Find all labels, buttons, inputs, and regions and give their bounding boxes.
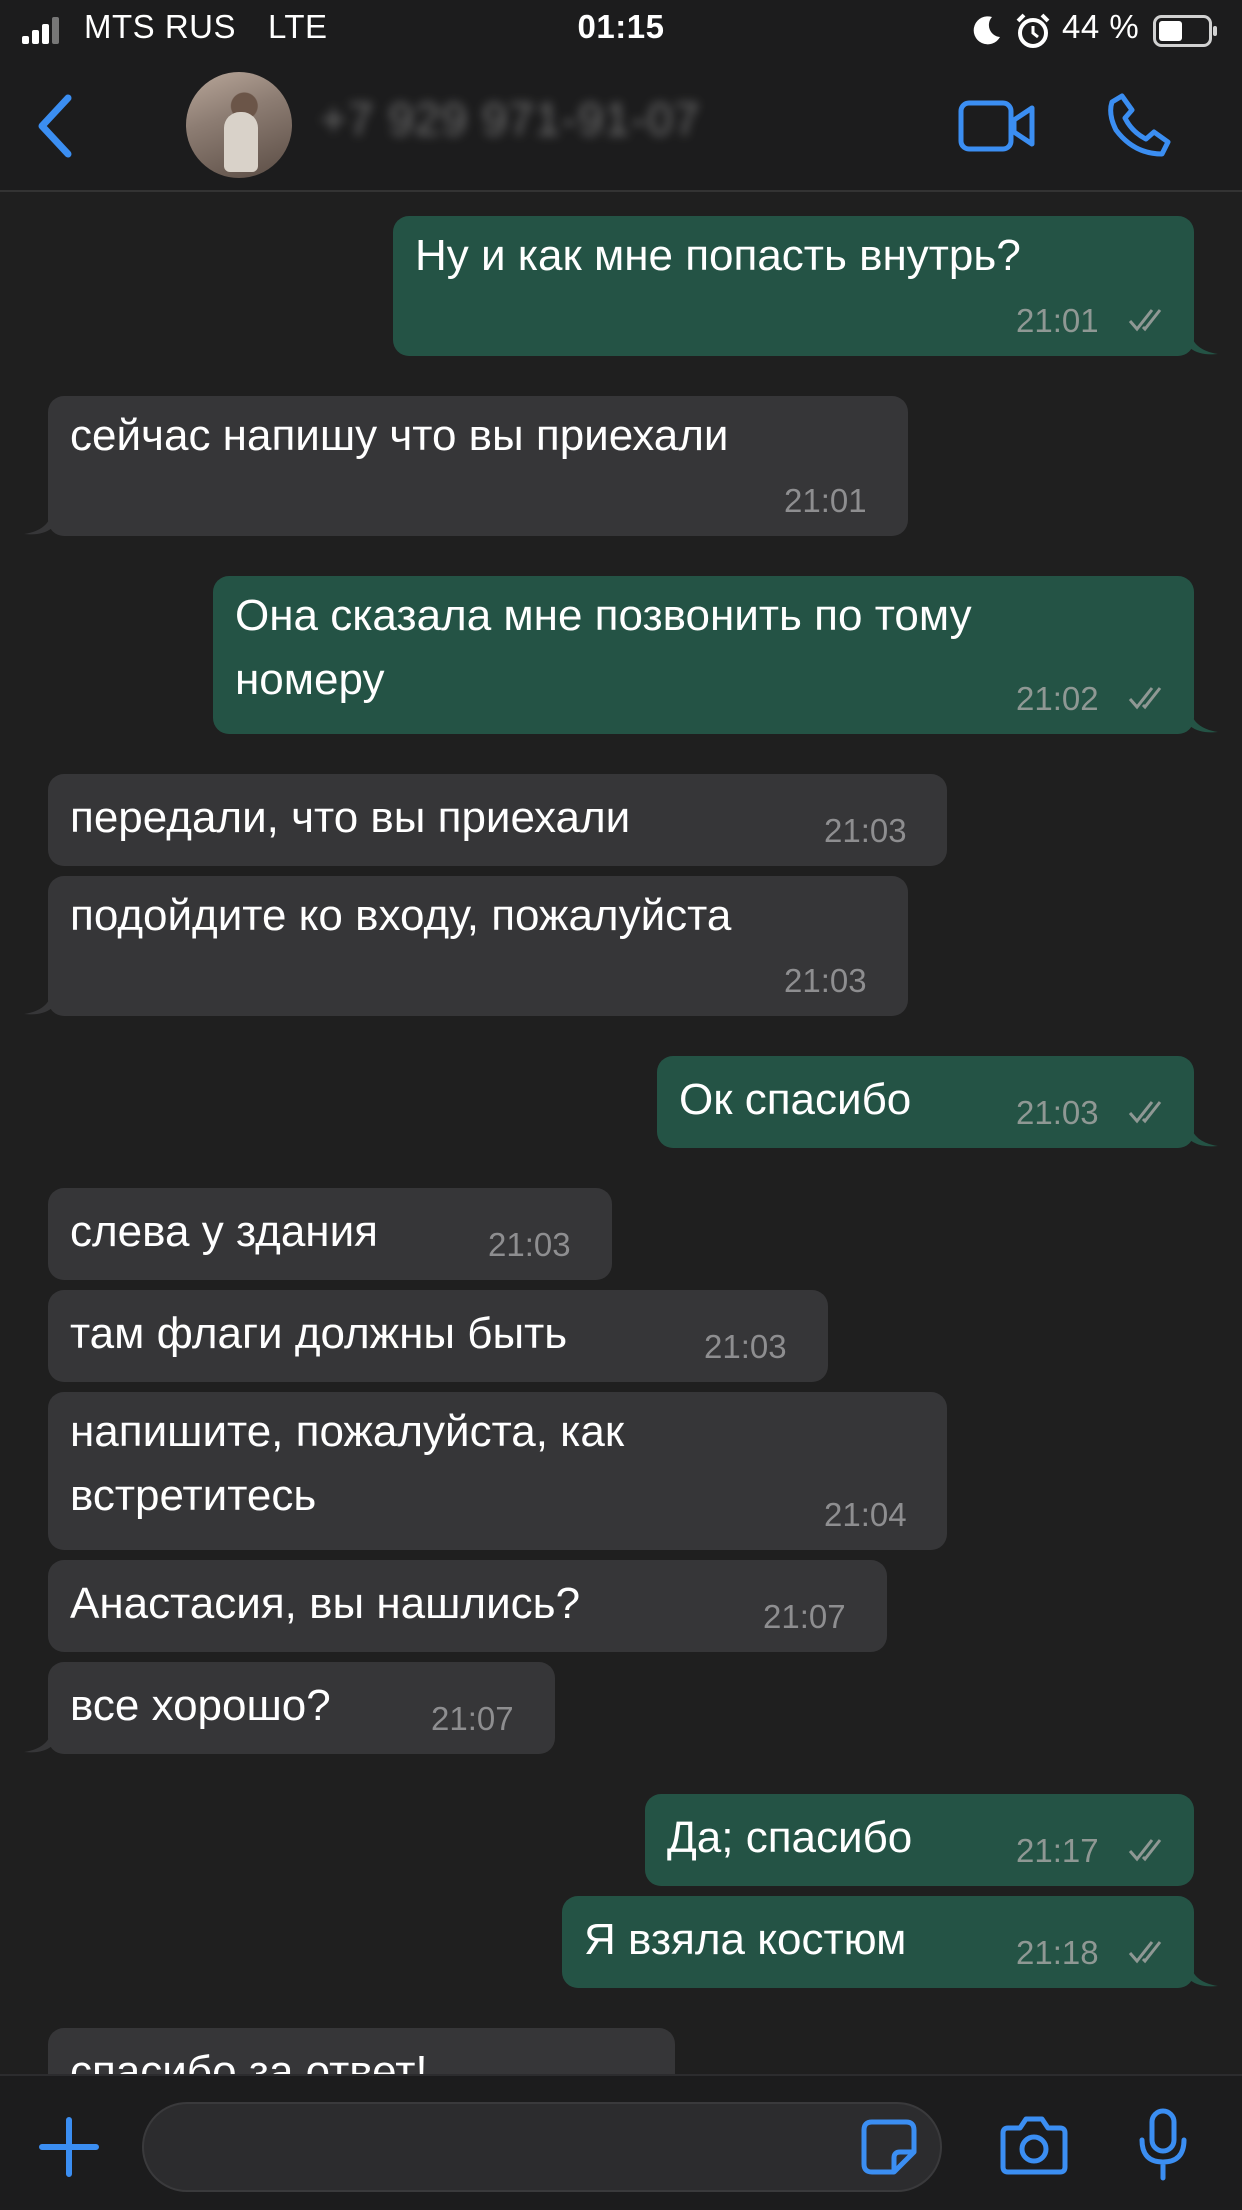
composer-bar [0, 2074, 1242, 2210]
sticker-icon[interactable] [860, 2118, 918, 2176]
message-list[interactable]: Ну и как мне попасть внутрь? 21:01 сейча… [0, 192, 1242, 2074]
chat-header: +7 929 971-91-07 [0, 62, 1242, 192]
read-ticks-icon [1128, 687, 1162, 710]
message-incoming[interactable]: там флаги должны быть 21:03 [48, 1290, 828, 1382]
avatar[interactable] [186, 72, 292, 178]
message-time: 21:04 [824, 1496, 907, 1533]
status-bar: MTS RUS LTE 01:15 44 % [0, 0, 1242, 62]
message-time: 21:17 [1016, 1832, 1099, 1869]
read-ticks-icon [1128, 1101, 1162, 1124]
read-ticks-icon [1128, 309, 1162, 332]
clock: 01:15 [577, 8, 665, 45]
message-text: все хорошо? [70, 1681, 331, 1730]
message-text: Она сказала мне позвонить по тому [235, 591, 972, 640]
message-text: Анастасия, вы нашлись? [70, 1579, 581, 1628]
message-text: передали, что вы приехали [70, 793, 631, 842]
message-time: 21:03 [784, 962, 867, 999]
message-text: Да; спасибо [667, 1813, 913, 1862]
message-text: спасибо за ответ! [70, 2047, 428, 2074]
bubble-tail [24, 990, 52, 1015]
message-time: 21:03 [704, 1328, 787, 1365]
message-time: 21:18 [1016, 1934, 1099, 1971]
message-text: подойдите ко входу, пожалуйста [70, 891, 732, 940]
plus-icon[interactable] [38, 2116, 100, 2178]
message-text: Ок спасибо [679, 1075, 912, 1124]
bubble-tail [24, 1728, 52, 1753]
message-outgoing[interactable]: Ок спасибо 21:03 [657, 1056, 1194, 1148]
bubble-tail [1190, 330, 1218, 355]
message-text: напишите, пожалуйста, как [70, 1407, 625, 1456]
camera-icon[interactable] [1000, 2114, 1068, 2176]
message-incoming[interactable]: сейчас напишу что вы приехали 21:01 [48, 396, 908, 536]
message-time: 21:07 [763, 1598, 846, 1635]
phone-icon[interactable] [1104, 90, 1174, 160]
message-text: встретитесь [70, 1471, 317, 1520]
message-outgoing[interactable]: Ну и как мне попасть внутрь? 21:01 [393, 216, 1194, 356]
back-icon[interactable] [30, 92, 84, 160]
battery-percent: 44 % [1062, 8, 1140, 45]
message-time: 21:01 [1016, 302, 1099, 339]
bubble-tail [1190, 708, 1218, 733]
moon-icon [973, 16, 1000, 45]
contact-name[interactable]: +7 929 971-91-07 [320, 92, 700, 146]
bubble-tail [1190, 1122, 1218, 1147]
message-incoming[interactable]: все хорошо? 21:07 [48, 1662, 555, 1754]
message-text: там флаги должны быть [70, 1309, 568, 1358]
message-outgoing[interactable]: Она сказала мне позвонить по тому номеру… [213, 576, 1194, 734]
message-input[interactable] [142, 2102, 942, 2192]
message-incoming[interactable]: подойдите ко входу, пожалуйста 21:03 [48, 876, 908, 1016]
bubble-tail [24, 510, 52, 535]
message-incoming[interactable]: передали, что вы приехали 21:03 [48, 774, 947, 866]
alarm-icon [1016, 13, 1050, 48]
bubble-tail [1190, 1962, 1218, 1987]
message-incoming[interactable]: спасибо за ответ! [48, 2028, 675, 2074]
message-time: 21:03 [824, 812, 907, 849]
message-incoming[interactable]: Анастасия, вы нашлись? 21:07 [48, 1560, 887, 1652]
message-incoming[interactable]: напишите, пожалуйста, как встретитесь 21… [48, 1392, 947, 1550]
message-outgoing[interactable]: Да; спасибо 21:17 [645, 1794, 1194, 1886]
message-time: 21:07 [431, 1700, 514, 1737]
message-time: 21:02 [1016, 680, 1099, 717]
message-text: номеру [235, 655, 385, 704]
video-call-icon[interactable] [958, 98, 1036, 154]
battery-icon [1153, 15, 1217, 47]
message-outgoing[interactable]: Я взяла костюм 21:18 [562, 1896, 1194, 1988]
message-incoming[interactable]: слева у здания 21:03 [48, 1188, 612, 1280]
message-text: сейчас напишу что вы приехали [70, 411, 729, 460]
microphone-icon[interactable] [1138, 2108, 1188, 2182]
message-time: 21:03 [1016, 1094, 1099, 1131]
read-ticks-icon [1128, 1941, 1162, 1964]
message-time: 21:01 [784, 482, 867, 519]
message-text: Я взяла костюм [584, 1915, 907, 1964]
message-text: слева у здания [70, 1207, 378, 1256]
read-ticks-icon [1128, 1839, 1162, 1862]
message-text: Ну и как мне попасть внутрь? [415, 231, 1021, 280]
message-time: 21:03 [488, 1226, 571, 1263]
